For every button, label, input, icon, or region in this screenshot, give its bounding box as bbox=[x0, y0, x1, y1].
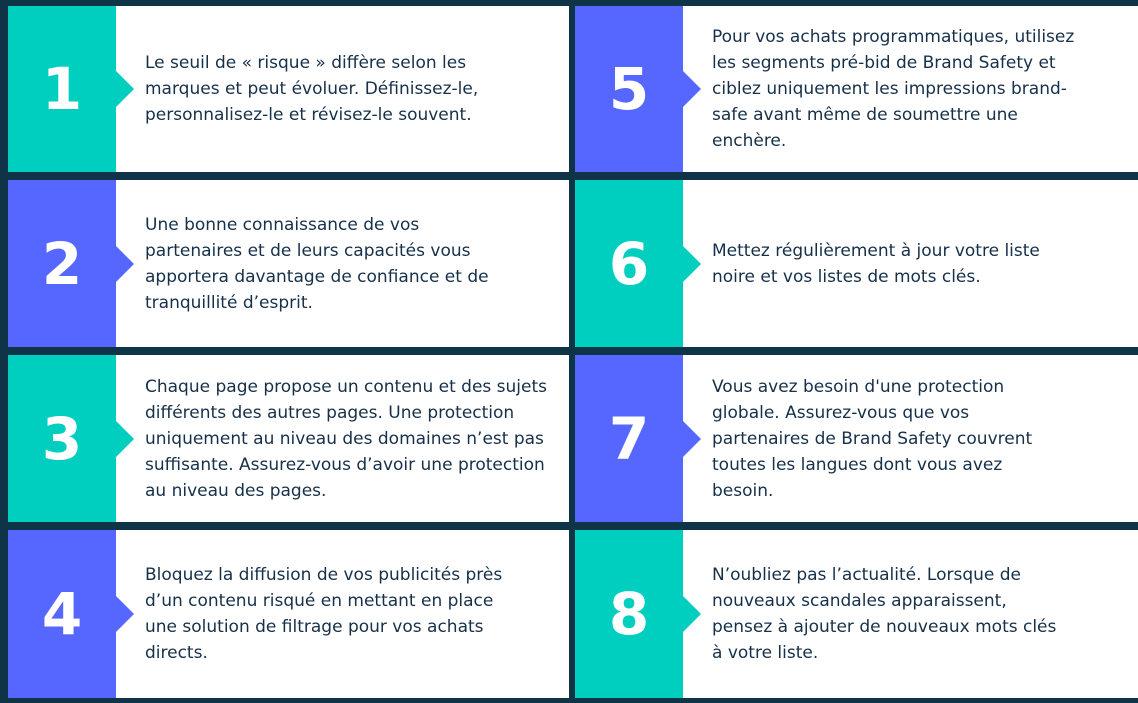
tip-card-8: 8 N’oubliez pas l’actualité. Lorsque de … bbox=[575, 530, 1138, 698]
tip-card-7: 7 Vous avez besoin d'une protection glob… bbox=[575, 355, 1138, 522]
tip-text-4-wrap: Bloquez la diffusion de vos publicités p… bbox=[116, 530, 569, 698]
tip-text-8: N’oubliez pas l’actualité. Lorsque de no… bbox=[712, 565, 1057, 663]
tip-text-7-wrap: Vous avez besoin d'une protection global… bbox=[683, 355, 1138, 522]
tip-card-5: 5 Pour vos achats programmatiques, utili… bbox=[575, 6, 1138, 172]
tip-number-8: 8 bbox=[575, 530, 683, 698]
tip-text-5-wrap: Pour vos achats programmatiques, utilise… bbox=[683, 6, 1138, 172]
tip-number-7: 7 bbox=[575, 355, 683, 522]
tip-number-2: 2 bbox=[8, 180, 116, 347]
tip-card-4: 4 Bloquez la diffusion de vos publicités… bbox=[8, 530, 569, 698]
tip-number-4: 4 bbox=[8, 530, 116, 698]
tip-number-1: 1 bbox=[8, 6, 116, 172]
tip-text-5: Pour vos achats programmatiques, utilise… bbox=[712, 27, 1075, 151]
tip-card-3: 3 Chaque page propose un contenu et des … bbox=[8, 355, 569, 522]
tips-grid: 1 Le seuil de « risque » diffère selon l… bbox=[0, 0, 1138, 703]
tip-text-1-wrap: Le seuil de « risque » diffère selon les… bbox=[116, 6, 569, 172]
tip-text-1: Le seuil de « risque » diffère selon les… bbox=[145, 53, 479, 125]
tip-text-3-wrap: Chaque page propose un contenu et des su… bbox=[116, 355, 569, 522]
tip-text-2-wrap: Une bonne connaissance de vos partenaire… bbox=[116, 180, 569, 347]
tip-text-4: Bloquez la diffusion de vos publicités p… bbox=[145, 565, 503, 663]
tip-card-1: 1 Le seuil de « risque » diffère selon l… bbox=[8, 6, 569, 172]
tip-text-6-wrap: Mettez régulièrement à jour votre liste … bbox=[683, 180, 1138, 347]
tip-card-6: 6 Mettez régulièrement à jour votre list… bbox=[575, 180, 1138, 347]
tip-card-2: 2 Une bonne connaissance de vos partenai… bbox=[8, 180, 569, 347]
tip-number-3: 3 bbox=[8, 355, 116, 522]
tip-text-3: Chaque page propose un contenu et des su… bbox=[145, 376, 547, 501]
tip-text-7: Vous avez besoin d'une protection global… bbox=[712, 376, 1033, 501]
tip-text-8-wrap: N’oubliez pas l’actualité. Lorsque de no… bbox=[683, 530, 1138, 698]
tip-number-6: 6 bbox=[575, 180, 683, 347]
tip-text-2: Une bonne connaissance de vos partenaire… bbox=[145, 214, 489, 313]
tip-text-6: Mettez régulièrement à jour votre liste … bbox=[712, 240, 1040, 287]
tip-number-5: 5 bbox=[575, 6, 683, 172]
